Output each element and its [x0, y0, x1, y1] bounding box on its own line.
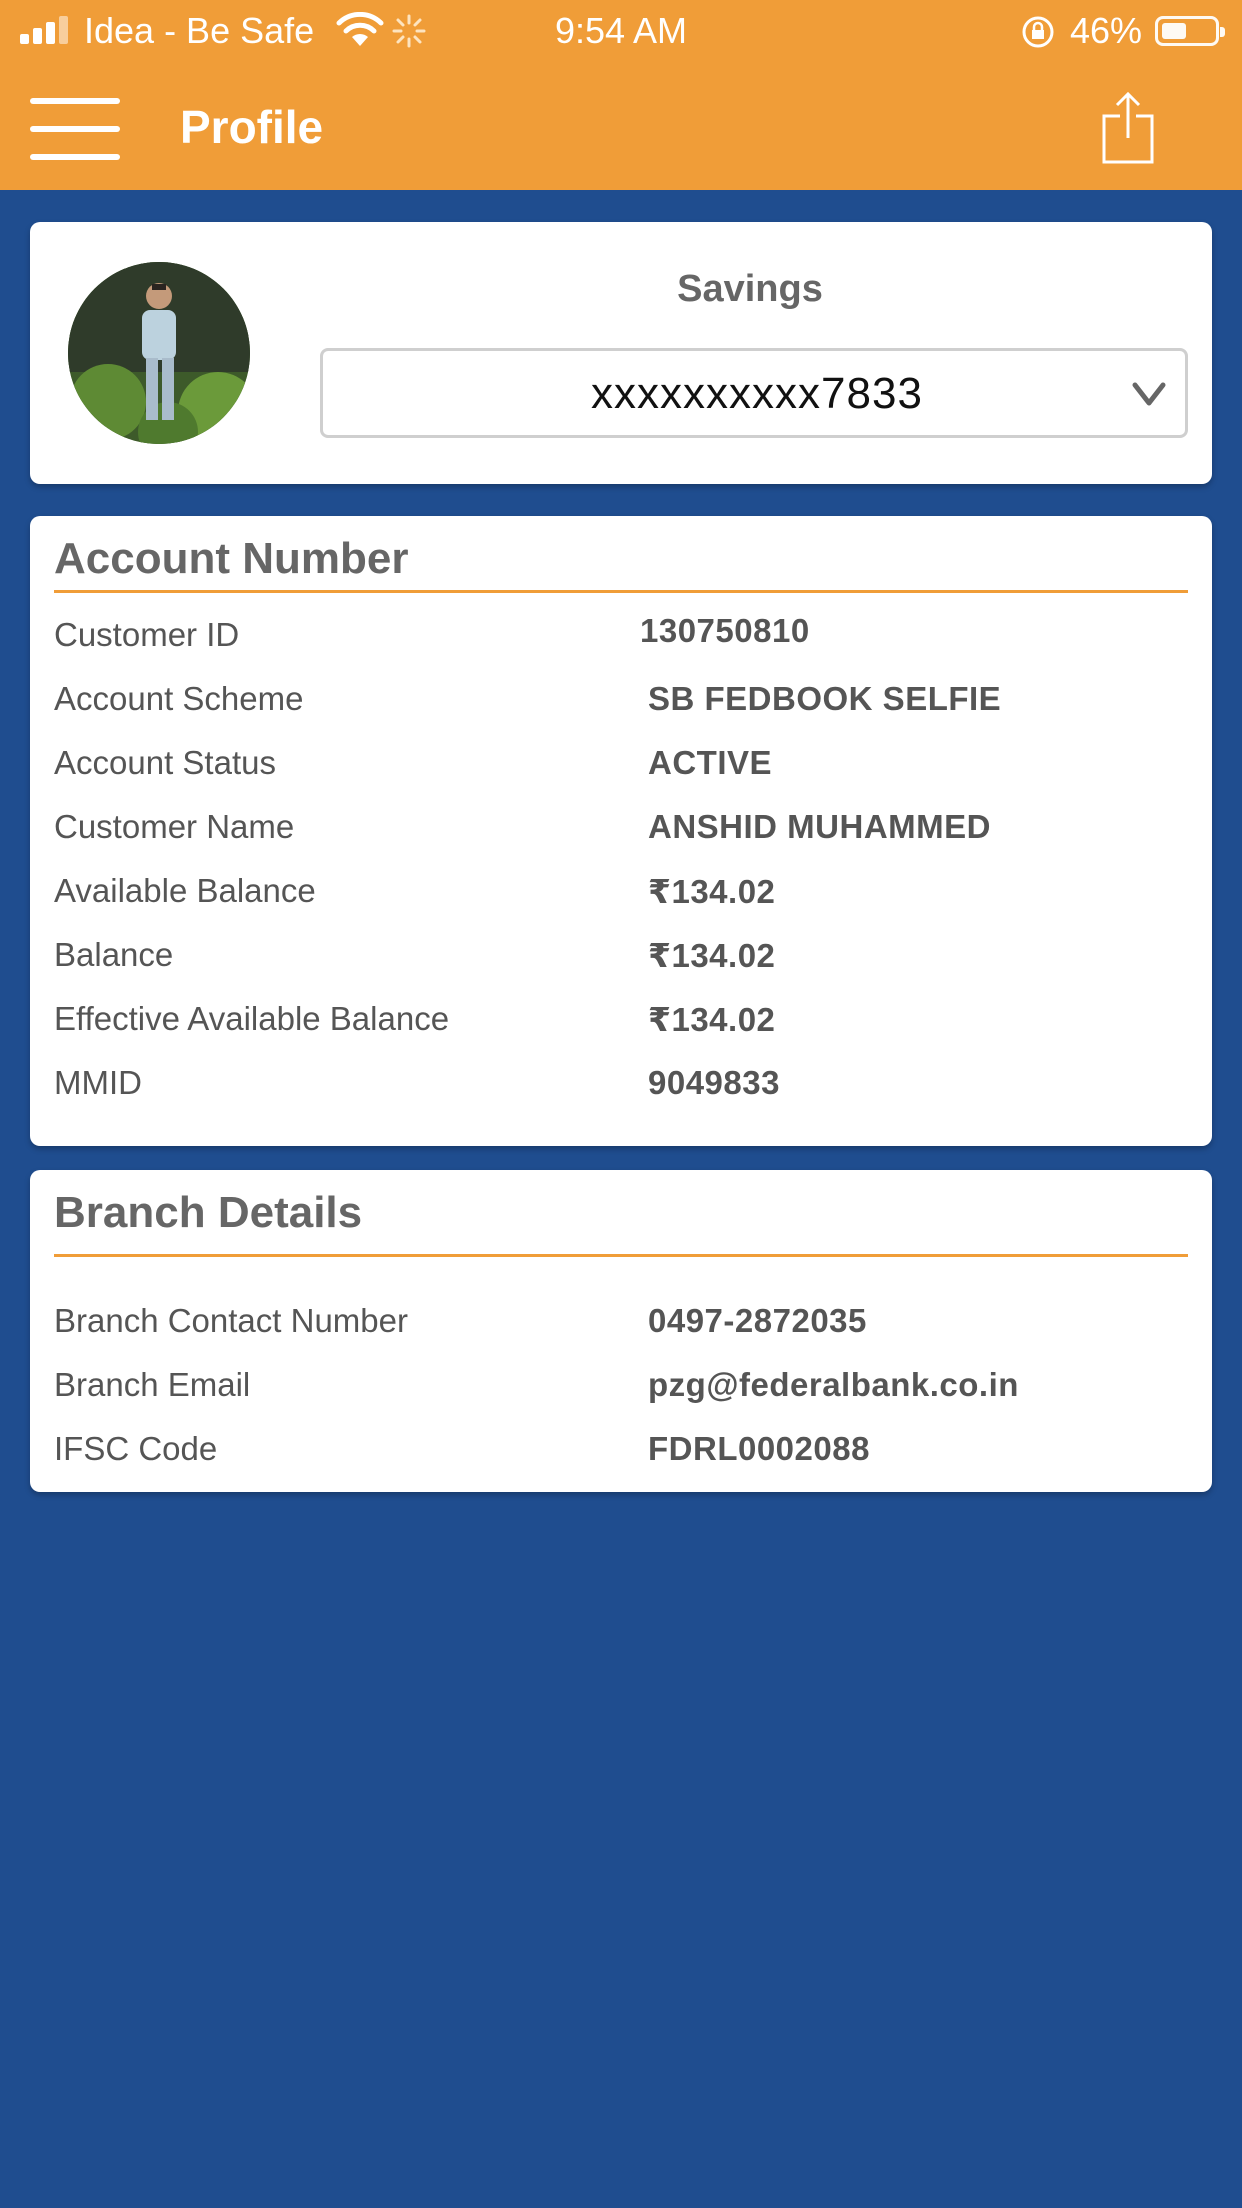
detail-row-branch-email: Branch Email pzg@federalbank.co.in: [54, 1366, 1188, 1416]
avatar: [68, 262, 250, 444]
detail-label: Balance: [54, 936, 174, 973]
detail-value: ₹134.02: [648, 1001, 776, 1038]
detail-value: 130750810: [640, 612, 810, 649]
account-details-card: Account Number Customer ID 130750810 Acc…: [30, 516, 1212, 1146]
section-divider: [54, 1254, 1188, 1257]
detail-row-branch-contact: Branch Contact Number 0497-2872035: [54, 1302, 1188, 1352]
detail-value: SB FEDBOOK SELFIE: [648, 680, 1002, 717]
chevron-down-icon: [1132, 382, 1166, 406]
detail-row-customer-name: Customer Name ANSHID MUHAMMED: [54, 808, 1188, 858]
detail-label: Account Scheme: [54, 680, 304, 717]
detail-label: Effective Available Balance: [54, 1000, 450, 1037]
detail-label: Branch Email: [54, 1366, 251, 1403]
share-icon[interactable]: [1100, 90, 1156, 166]
section-divider: [54, 590, 1188, 593]
detail-row-ifsc: IFSC Code FDRL0002088: [54, 1430, 1188, 1480]
section-title: Branch Details: [54, 1188, 363, 1237]
account-selector-card: Savings xxxxxxxxxx7833: [30, 222, 1212, 484]
detail-row-account-scheme: Account Scheme SB FEDBOOK SELFIE: [54, 680, 1188, 730]
detail-row-customer-id: Customer ID 130750810: [54, 612, 1188, 666]
detail-value: 0497-2872035: [648, 1302, 867, 1339]
detail-label: Available Balance: [54, 872, 316, 909]
battery-percent: 46%: [1070, 10, 1143, 51]
detail-value: ₹134.02: [648, 873, 776, 910]
status-bar: Idea - Be Safe 9:54 AM 46%: [0, 0, 1242, 62]
detail-row-account-status: Account Status ACTIVE: [54, 744, 1188, 794]
detail-row-available-balance: Available Balance ₹134.02: [54, 872, 1188, 922]
page-title: Profile: [180, 101, 324, 153]
detail-label: MMID: [54, 1064, 142, 1101]
detail-value: ANSHID MUHAMMED: [648, 808, 991, 845]
branch-details-card: Branch Details Branch Contact Number 049…: [30, 1170, 1212, 1492]
detail-label: IFSC Code: [54, 1430, 218, 1467]
battery-icon: [1155, 16, 1225, 46]
detail-row-balance: Balance ₹134.02: [54, 936, 1188, 986]
detail-row-effective-balance: Effective Available Balance ₹134.02: [54, 1000, 1188, 1050]
detail-value: 9049833: [648, 1064, 780, 1101]
hamburger-menu-icon[interactable]: [30, 98, 120, 160]
detail-label: Customer Name: [54, 808, 295, 845]
detail-value: FDRL0002088: [648, 1430, 870, 1467]
account-type-label: Savings: [677, 268, 823, 310]
detail-label: Customer ID: [54, 616, 240, 653]
app-header: Idea - Be Safe 9:54 AM 46% Profile: [0, 0, 1242, 190]
detail-value: ₹134.02: [648, 937, 776, 974]
detail-label: Branch Contact Number: [54, 1302, 408, 1339]
section-title: Account Number: [54, 534, 409, 583]
detail-label: Account Status: [54, 744, 276, 781]
detail-row-mmid: MMID 9049833: [54, 1064, 1188, 1114]
selected-account-number: xxxxxxxxxx7833: [591, 369, 923, 418]
account-dropdown[interactable]: xxxxxxxxxx7833: [320, 348, 1188, 438]
detail-value: pzg@federalbank.co.in: [648, 1366, 1019, 1403]
detail-value: ACTIVE: [648, 744, 773, 781]
rotation-lock-icon: [1022, 16, 1054, 48]
